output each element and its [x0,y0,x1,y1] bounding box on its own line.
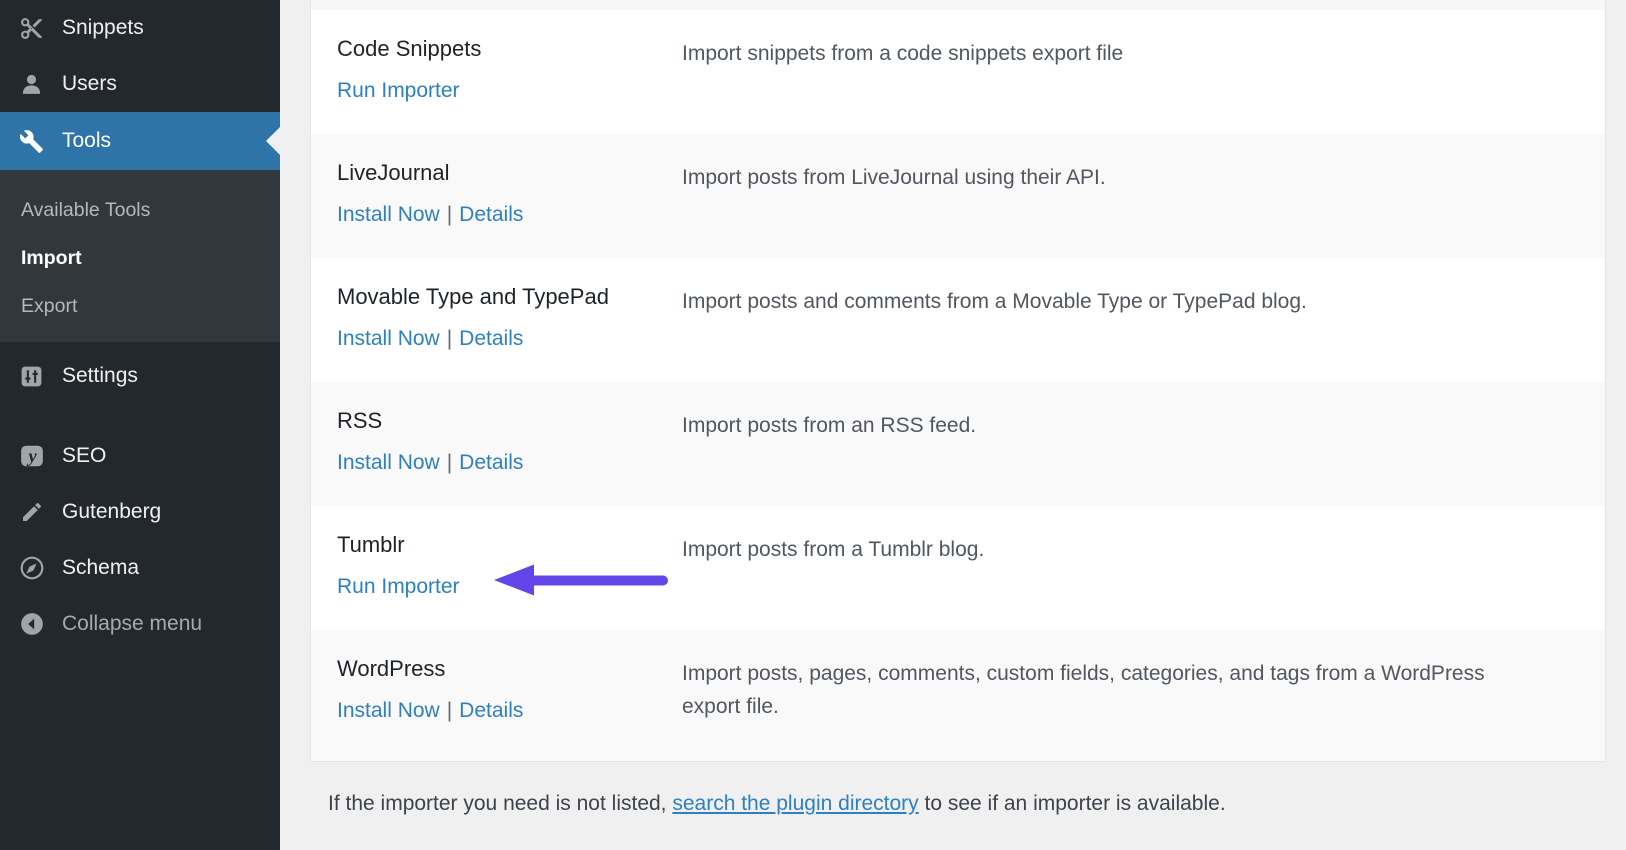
admin-sidebar: Snippets Users Tools Available Tools Imp… [0,0,280,850]
footer-text-before: If the importer you need is not listed, [328,792,672,815]
importer-description: Import posts and comments from a Movable… [682,278,1542,382]
users-icon [18,71,45,98]
sidebar-item-export[interactable]: Export [0,282,280,330]
previous-row-edge [311,0,1605,10]
pencil-icon [18,499,45,526]
sidebar-item-label: Users [62,72,117,96]
search-plugin-directory-link[interactable]: search the plugin directory [672,792,918,815]
importer-row-tumblr: Tumblr Run Importer Import posts from a … [311,506,1605,630]
install-now-link[interactable]: Install Now [337,451,440,474]
sidebar-item-settings[interactable]: Settings [0,348,280,404]
importer-row-code-snippets: Code Snippets Run Importer Import snippe… [311,10,1605,134]
sidebar-item-schema[interactable]: Schema [0,540,280,596]
importer-description: Import posts from LiveJournal using thei… [682,154,1542,258]
yoast-seo-icon: y [18,443,45,470]
importer-row-wordpress: WordPress Install Now | Details Import pos… [311,630,1605,761]
sidebar-item-available-tools[interactable]: Available Tools [0,186,280,234]
details-link[interactable]: Details [459,203,523,226]
importer-row-rss: RSS Install Now | Details Import posts fro… [311,382,1605,506]
sidebar-item-import[interactable]: Import [0,234,280,282]
install-now-link[interactable]: Install Now [337,203,440,226]
sidebar-item-label: Settings [62,364,138,388]
import-tools-page: Code Snippets Run Importer Import snippe… [280,0,1626,850]
sidebar-item-seo[interactable]: y SEO [0,428,280,484]
importer-name: RSS [337,408,682,434]
active-menu-pointer [266,127,280,155]
link-separator: | [447,327,452,350]
wrench-icon [18,128,45,155]
wordpress-admin: Snippets Users Tools Available Tools Imp… [0,0,1626,850]
importer-name: WordPress [337,656,682,682]
importer-row-movable-type: Movable Type and TypePad Install Now | Det… [311,258,1605,382]
collapse-arrow-icon [18,611,45,638]
importer-description: Import posts, pages, comments, custom fi… [682,650,1542,761]
importer-description: Import snippets from a code snippets exp… [682,30,1542,134]
importer-name: Tumblr [337,532,682,558]
sidebar-item-label: Schema [62,556,139,580]
importer-footer-note: If the importer you need is not listed, … [328,792,1598,816]
details-link[interactable]: Details [459,699,523,722]
link-separator: | [447,203,452,226]
importer-row-livejournal: LiveJournal Install Now | Details Import p… [311,134,1605,258]
menu-separator [0,404,280,428]
sidebar-item-label: Snippets [62,16,144,40]
install-now-link[interactable]: Install Now [337,327,440,350]
importer-description: Import posts from an RSS feed. [682,402,1542,506]
run-importer-link[interactable]: Run Importer [337,575,460,598]
scissors-icon [18,15,45,42]
compass-icon [18,555,45,582]
sidebar-item-label: Collapse menu [62,612,202,636]
run-importer-link[interactable]: Run Importer [337,79,460,102]
importer-description: Import posts from a Tumblr blog. [682,526,1542,630]
importer-name: LiveJournal [337,160,682,186]
sidebar-item-label: Tools [62,129,111,153]
sidebar-item-label: Gutenberg [62,500,161,524]
sidebar-item-users[interactable]: Users [0,56,280,112]
sidebar-item-snippets[interactable]: Snippets [0,0,280,56]
sidebar-item-gutenberg[interactable]: Gutenberg [0,484,280,540]
importer-name: Code Snippets [337,36,682,62]
collapse-menu-button[interactable]: Collapse menu [0,596,280,652]
settings-icon [18,363,45,390]
details-link[interactable]: Details [459,451,523,474]
details-link[interactable]: Details [459,327,523,350]
sidebar-item-label: SEO [62,444,106,468]
sidebar-item-tools[interactable]: Tools [0,112,280,170]
link-separator: | [447,451,452,474]
link-separator: | [447,699,452,722]
importers-table: Code Snippets Run Importer Import snippe… [310,0,1606,762]
install-now-link[interactable]: Install Now [337,699,440,722]
importer-name: Movable Type and TypePad [337,284,682,310]
svg-text:y: y [26,446,37,466]
footer-text-after: to see if an importer is available. [919,792,1226,815]
tools-submenu: Available Tools Import Export [0,170,280,342]
